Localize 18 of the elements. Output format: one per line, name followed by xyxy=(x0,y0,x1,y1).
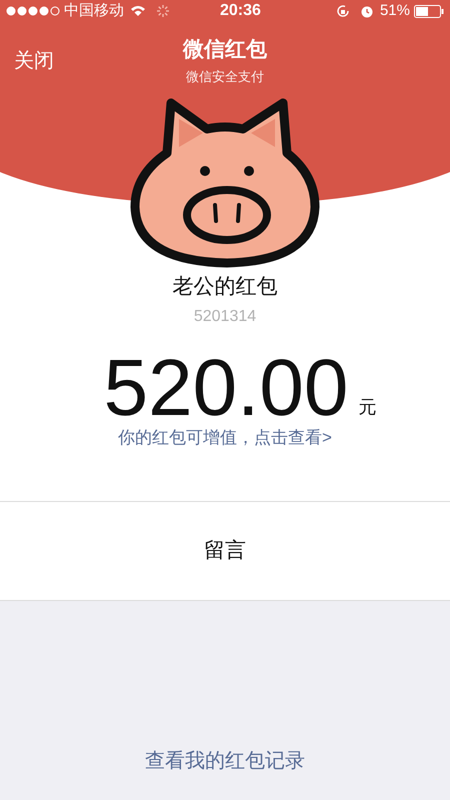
alarm-icon xyxy=(360,4,374,18)
page-title: 微信红包 xyxy=(183,37,267,63)
close-button[interactable]: 关闭 xyxy=(14,46,54,76)
loading-spinner-icon xyxy=(156,4,170,18)
rotation-lock-icon xyxy=(336,4,350,18)
page-subtitle: 微信安全支付 xyxy=(186,68,264,86)
leave-message-button[interactable]: 留言 xyxy=(0,502,450,600)
battery-icon xyxy=(414,4,444,18)
carrier-label: 中国移动 xyxy=(64,0,124,21)
records-link[interactable]: 查看我的红包记录 xyxy=(145,746,305,776)
amount-unit: 元 xyxy=(358,396,376,418)
clock-time: 20:36 xyxy=(220,1,261,21)
signal-icon xyxy=(6,6,60,16)
sender-name: 老公的红包 xyxy=(172,274,278,300)
greeting-note: 5201314 xyxy=(194,306,256,326)
battery-percent: 51% xyxy=(380,0,410,21)
wifi-icon xyxy=(130,5,146,17)
upgrade-link[interactable]: 你的红包可增值，点击查看> xyxy=(118,424,332,450)
